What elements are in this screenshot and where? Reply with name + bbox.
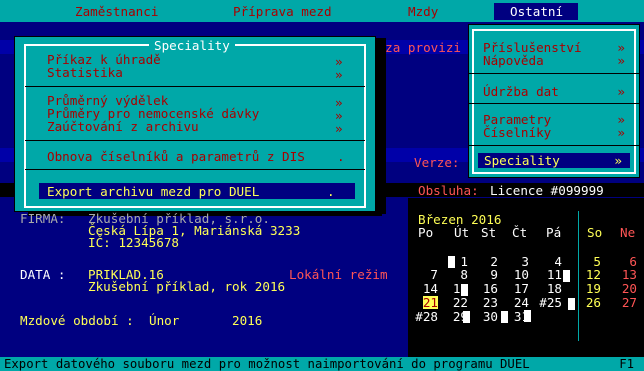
calendar-date[interactable]: 18 <box>547 282 562 295</box>
separator <box>469 145 639 146</box>
menu-item-label: Statistika <box>47 65 123 80</box>
data-mode: Lokální režim <box>289 267 388 282</box>
menu-item-export-archivu-selected[interactable]: Export archivu mezd pro DUEL . <box>39 183 355 199</box>
separator <box>469 73 639 74</box>
calendar-date[interactable]: 22 <box>453 296 468 309</box>
separator <box>25 140 365 141</box>
calendar-date[interactable]: #28 <box>415 310 438 323</box>
calendar-date[interactable]: 14 <box>423 282 438 295</box>
menu-item-label: Číselníky <box>483 125 552 140</box>
arrow-right-icon: » <box>335 67 343 82</box>
calendar-date[interactable]: 16 <box>483 282 498 295</box>
menu-item-statistika[interactable]: Statistika <box>47 66 123 79</box>
firma-label: FIRMA: <box>20 211 66 226</box>
calendar-date[interactable]: 24 <box>514 296 529 309</box>
calendar-weekend-divider <box>578 211 579 341</box>
status-help-key: F1 <box>619 357 634 371</box>
dialog-title: Speciality <box>149 39 235 52</box>
obdobi-month: Únor <box>149 313 180 328</box>
menu-priprava-mezd[interactable]: Příprava mezd <box>233 5 332 18</box>
obsluha-label: Obsluha: <box>418 183 479 198</box>
menu-item-label: Export archivu mezd pro DUEL <box>47 184 260 199</box>
menu-item-napoveda[interactable]: Nápověda <box>483 54 544 67</box>
calendar-date[interactable]: 17 <box>514 282 529 295</box>
calendar-day-pa: Pá <box>546 225 562 240</box>
menu-ostatni[interactable]: Ostatní <box>494 3 578 20</box>
calendar-day-ne: Ne <box>620 225 636 240</box>
obdobi-label: Mzdové období : <box>20 313 134 328</box>
firma-ic: IČ: 12345678 <box>88 235 179 250</box>
menu-item-zauctovani-z-archivu[interactable]: Zaúčtování z archivu <box>47 120 199 133</box>
cursor-block <box>461 284 468 296</box>
calendar-date[interactable]: 10 <box>514 268 529 281</box>
cursor-block <box>524 310 531 322</box>
calendar-date[interactable]: 23 <box>483 296 498 309</box>
calendar-date[interactable]: 19 <box>586 282 601 295</box>
calendar-date[interactable]: 7 <box>430 268 438 281</box>
dot-icon: . <box>327 184 335 199</box>
calendar-day-ut: Út <box>454 225 470 240</box>
menu-bar: Zaměstnanci Příprava mezd Mzdy Ostatní <box>0 0 644 22</box>
licence-value: Licence #099999 <box>490 183 604 198</box>
separator <box>25 169 365 170</box>
cursor-block <box>448 256 455 268</box>
menu-item-label: Údržba dat <box>483 84 559 99</box>
calendar-date[interactable]: 11 <box>547 268 562 281</box>
arrow-right-icon: » <box>617 53 625 68</box>
menu-item-obnova-ciselniku[interactable]: Obnova číselníků a parametrů z DIS <box>47 150 305 163</box>
verze-label: Verze: <box>414 155 460 170</box>
status-text: Export datového souboru mezd pro možnost… <box>4 357 530 371</box>
menu-item-speciality-selected[interactable]: Speciality » <box>478 153 630 168</box>
calendar-date[interactable]: 20 <box>622 282 637 295</box>
data-label: DATA : <box>20 267 66 282</box>
arrow-right-icon: » <box>617 84 625 99</box>
calendar-date[interactable]: 9 <box>490 268 498 281</box>
data-desc: Zkušební příklad, rok 2016 <box>88 279 286 294</box>
calendar-day-po: Po <box>418 225 434 240</box>
cursor-block <box>563 270 570 282</box>
separator <box>469 103 639 104</box>
calendar-day-ct: Čt <box>512 225 528 240</box>
calendar-date[interactable]: 27 <box>622 296 637 309</box>
calendar-date[interactable]: 26 <box>586 296 601 309</box>
menu-item-label: Nápověda <box>483 53 544 68</box>
calendar-day-so: So <box>587 225 603 240</box>
calendar-date[interactable]: 12 <box>586 268 601 281</box>
cursor-block <box>463 311 470 323</box>
menu-item-label: Speciality <box>484 153 560 168</box>
arrow-right-icon: » <box>617 125 625 140</box>
calendar-date[interactable]: 30 <box>483 310 498 323</box>
calendar-date[interactable]: 8 <box>460 268 468 281</box>
cursor-block <box>568 298 575 310</box>
menu-item-udrzba-dat[interactable]: Údržba dat <box>483 85 559 98</box>
arrow-right-icon: » <box>335 121 343 136</box>
dialog-shadow <box>376 38 386 214</box>
arrow-right-icon: » <box>614 153 622 168</box>
obdobi-year: 2016 <box>232 313 263 328</box>
menu-item-label: Zaúčtování z archivu <box>47 119 199 134</box>
dot-icon: . <box>337 149 345 164</box>
ostatni-menu: Příslušenství » Nápověda » Údržba dat » … <box>468 24 640 178</box>
menu-item-ciselniky[interactable]: Číselníky <box>483 126 551 139</box>
menu-item-label: Obnova číselníků a parametrů z DIS <box>47 149 305 164</box>
status-bar: Export datového souboru mezd pro možnost… <box>0 357 644 371</box>
calendar-date[interactable]: 13 <box>622 268 637 281</box>
menu-zamestnanci[interactable]: Zaměstnanci <box>75 5 158 18</box>
calendar-date[interactable]: 21 <box>422 296 438 309</box>
cursor-block <box>501 311 508 323</box>
separator <box>25 86 365 87</box>
speciality-dialog: Speciality Příkaz k úhradě » Statistika … <box>14 36 376 212</box>
calendar-date[interactable]: #25 <box>539 296 562 309</box>
calendar-day-st: St <box>481 225 497 240</box>
menu-mzdy[interactable]: Mzdy <box>408 5 438 18</box>
